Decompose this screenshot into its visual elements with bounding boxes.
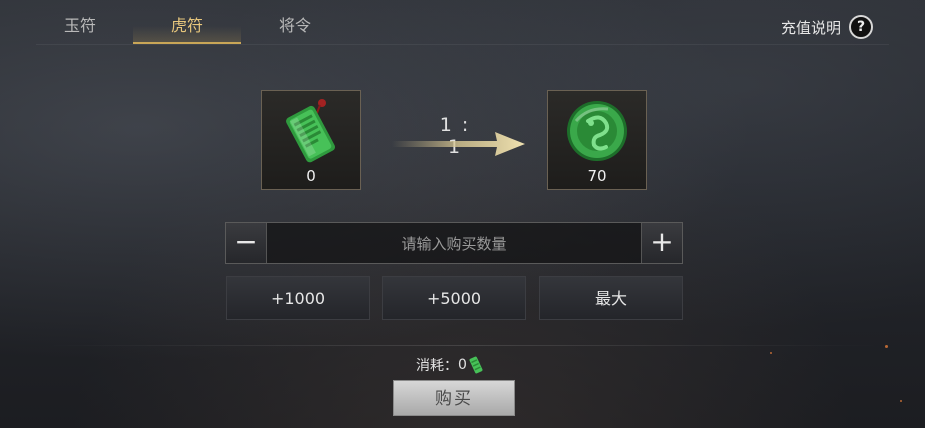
recharge-help-button[interactable]: 充值说明 ? — [781, 15, 873, 39]
target-item-count: 70 — [587, 167, 607, 185]
tab-tiger-tally[interactable]: 虎符 — [133, 8, 241, 44]
arrow-right-icon — [392, 132, 525, 156]
target-item-slot: 70 — [547, 90, 647, 190]
tab-general-order[interactable]: 将令 — [255, 8, 335, 44]
recharge-help-label: 充值说明 — [780, 18, 841, 37]
tab-jade-talisman[interactable]: 玉符 — [40, 8, 120, 44]
source-item-count: 0 — [306, 167, 316, 185]
quantity-stepper: − + — [225, 222, 683, 265]
jade-talisman-icon — [469, 356, 483, 374]
tab-divider — [36, 44, 889, 45]
source-item-slot: 0 — [261, 90, 361, 190]
ember-particle — [900, 400, 902, 402]
increase-button[interactable]: + — [641, 223, 682, 263]
jade-talisman-icon — [286, 99, 335, 163]
question-icon: ? — [849, 15, 873, 39]
ember-particle — [885, 345, 888, 348]
cost-label: 消耗： — [416, 358, 458, 374]
cost-display: 消耗： 0 — [416, 355, 483, 375]
max-button[interactable]: 最大 — [539, 276, 683, 320]
add-5000-button[interactable]: +5000 — [382, 276, 526, 320]
quantity-input[interactable] — [267, 223, 641, 265]
cost-value: 0 — [458, 357, 467, 373]
section-divider — [44, 345, 881, 346]
ember-particle — [770, 352, 772, 354]
buy-button[interactable]: 购买 — [393, 380, 515, 416]
tiger-tally-coin-icon — [567, 101, 627, 161]
add-1000-button[interactable]: +1000 — [226, 276, 370, 320]
decrease-button[interactable]: − — [226, 223, 267, 263]
active-tab-glow — [133, 26, 241, 44]
